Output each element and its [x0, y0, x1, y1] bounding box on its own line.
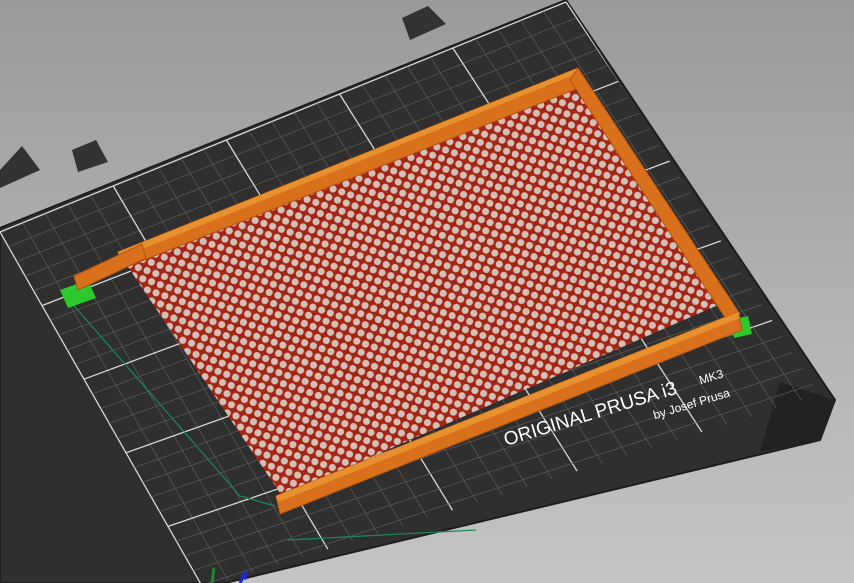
bed-mount-tab-mid — [72, 140, 108, 172]
bed-mount-tab-right — [402, 6, 446, 40]
3d-viewport[interactable]: ORIGINAL PRUSA i3 MK3 by Josef Prusa — [0, 0, 854, 583]
bed-mount-tab-left — [0, 146, 40, 188]
